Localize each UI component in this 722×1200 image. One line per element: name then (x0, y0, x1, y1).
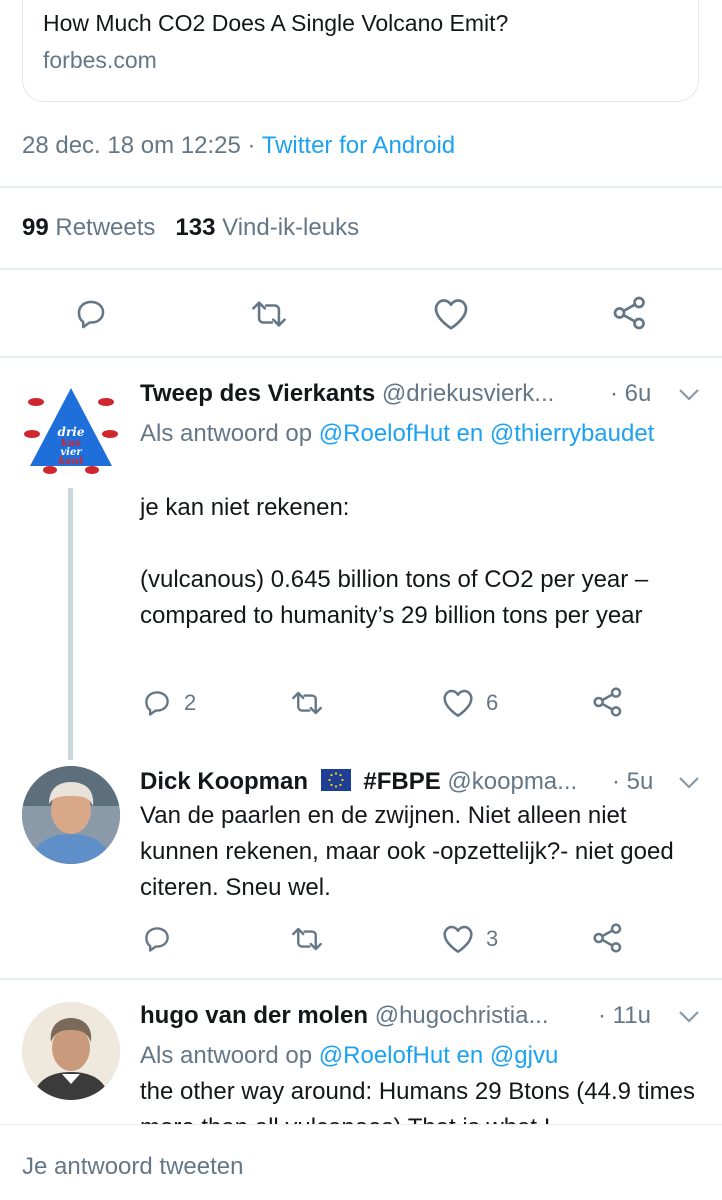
name-hashtag: #FBPE (363, 768, 441, 795)
share-button[interactable] (592, 686, 624, 718)
retweet-button[interactable] (290, 924, 336, 954)
chevron-down-icon (679, 1011, 699, 1023)
retweet-icon (292, 927, 322, 951)
heart-icon (443, 925, 473, 953)
reply-actions: 3 (140, 920, 700, 960)
link-card-domain: forbes.com (43, 47, 157, 73)
tweet-time: · 6u (610, 380, 652, 407)
retweet-icon (292, 691, 322, 715)
reply-icon (145, 691, 169, 716)
avatar[interactable] (22, 1002, 120, 1100)
user-name[interactable]: hugo van der molen (140, 1002, 368, 1029)
tweet-source-link[interactable]: Twitter for Android (262, 132, 455, 159)
like-count: 6 (486, 690, 499, 715)
tweet-datetime: 28 dec. 18 om 12:25 (22, 132, 241, 159)
user-name[interactable]: Dick Koopman (140, 768, 308, 795)
chevron-down-icon (679, 777, 699, 789)
reply-mentions[interactable]: @RoelofHut en @gjvu (319, 1042, 559, 1069)
share-button[interactable] (592, 922, 624, 954)
reply-context: Als antwoord op @RoelofHut en @gjvu (140, 1038, 700, 1074)
reply-tweet[interactable]: Dick Koopman #FBPE @koopma... · 5u Van d… (0, 760, 722, 976)
link-card-title: How Much CO2 Does A Single Volcano Emit? (43, 10, 509, 36)
like-button[interactable]: 3 (442, 924, 498, 954)
driekusvierkant-logo-icon: drie kus vier kant (24, 388, 118, 474)
share-button[interactable] (612, 295, 648, 331)
user-handle[interactable]: @hugochristia... (375, 1002, 549, 1029)
reply-button[interactable] (74, 297, 108, 331)
tweet-text: Van de paarlen en de zwijnen. Niet allee… (140, 802, 681, 901)
reply-button[interactable] (142, 924, 184, 954)
like-count: 3 (486, 926, 499, 951)
main-tweet-actions (0, 290, 722, 338)
user-photo-icon (22, 766, 120, 864)
user-handle[interactable]: @driekusvierk... (382, 380, 554, 407)
tweet-stats: 99 Retweets 133 Vind-ik-leuks (22, 214, 359, 242)
reply-context: Als antwoord op @RoelofHut en @thierryba… (140, 416, 700, 452)
avatar[interactable]: drie kus vier kant (22, 378, 120, 476)
reply-header: Tweep des Vierkants @driekusvierk... (140, 380, 554, 408)
like-button[interactable] (433, 297, 469, 331)
divider (0, 186, 722, 188)
heart-icon (443, 689, 473, 717)
reply-input-placeholder[interactable]: Je antwoord tweeten (22, 1153, 243, 1181)
thread-line (68, 488, 73, 760)
more-options-button[interactable] (678, 776, 700, 795)
reply-tweet[interactable]: drie kus vier kant Tweep des Vierkants @… (0, 356, 722, 766)
likes-count: 133 (175, 214, 216, 241)
reply-header: hugo van der molen @hugochristia... (140, 1002, 548, 1030)
retweets-count: 99 (22, 214, 49, 241)
eu-flag-icon (320, 769, 351, 791)
likes-label: Vind-ik-leuks (222, 214, 360, 241)
reply-prefix: Als antwoord op (140, 1042, 319, 1069)
tweet-text: je kan niet rekenen: (vulcanous) 0.645 b… (140, 494, 649, 629)
reply-tweet[interactable]: hugo van der molen @hugochristia... · 11… (0, 978, 722, 1124)
logo-text-1: drie (58, 425, 85, 439)
retweet-button[interactable] (290, 688, 336, 718)
tweet-text: the other way around: Humans 29 Btons (4… (140, 1078, 695, 1124)
share-icon (593, 687, 622, 717)
more-options-button[interactable] (678, 1010, 700, 1029)
link-card[interactable]: How Much CO2 Does A Single Volcano Emit?… (22, 0, 699, 102)
like-button[interactable]: 6 (442, 688, 498, 718)
meta-separator: · (240, 132, 262, 159)
user-name[interactable]: Tweep des Vierkants (140, 380, 375, 407)
tweet-time: · 11u (598, 1002, 651, 1029)
retweet-button[interactable] (250, 297, 288, 331)
more-options-button[interactable] (678, 388, 700, 407)
reply-prefix: Als antwoord op (140, 420, 319, 447)
retweets-stat[interactable]: 99 Retweets (22, 214, 155, 241)
likes-stat[interactable]: 133 Vind-ik-leuks (175, 214, 359, 241)
heart-icon (434, 299, 468, 330)
reply-count: 2 (184, 690, 197, 715)
retweets-label: Retweets (55, 214, 156, 241)
reply-mentions[interactable]: @RoelofHut en @thierrybaudet (319, 420, 655, 447)
user-photo-icon (22, 1002, 120, 1100)
logo-text-4: kant (58, 456, 84, 467)
chevron-down-icon (679, 389, 699, 401)
tweet-time: · 5u (612, 768, 654, 795)
divider (0, 268, 722, 270)
user-handle[interactable]: @koopma... (447, 768, 577, 795)
reply-button[interactable]: 2 (142, 688, 196, 718)
avatar[interactable] (22, 766, 120, 864)
tweet-meta: 28 dec. 18 om 12:25 · Twitter for Androi… (22, 132, 455, 160)
reply-header: Dick Koopman #FBPE @koopma... (140, 768, 577, 796)
reply-icon (77, 300, 105, 329)
reply-icon (145, 927, 169, 952)
reply-actions: 2 6 (140, 684, 700, 724)
reply-compose-bar[interactable]: Je antwoord tweeten (0, 1124, 722, 1200)
share-icon (593, 923, 622, 953)
share-icon (613, 296, 645, 330)
retweet-icon (252, 301, 286, 327)
